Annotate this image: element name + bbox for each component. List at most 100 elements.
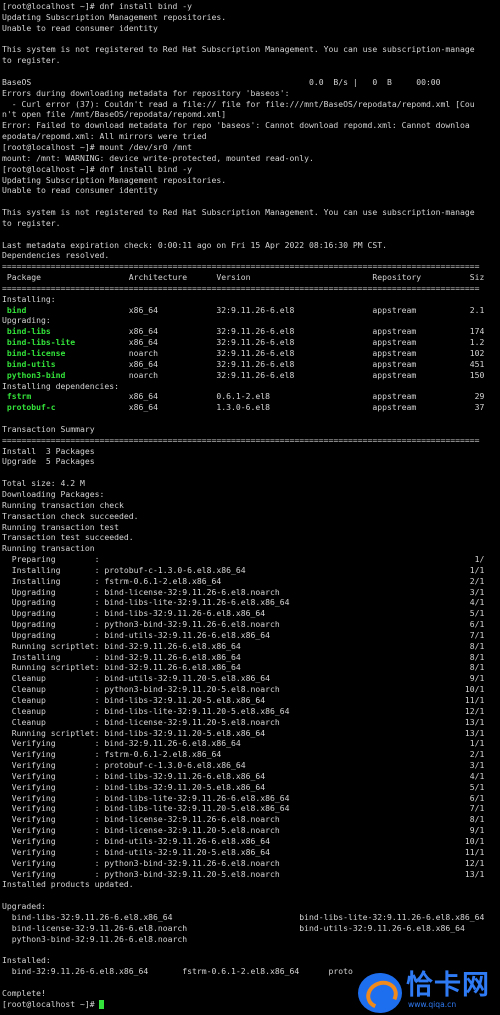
package-details: x86_64 32:9.11.26-6.el8 appstream 2.1 xyxy=(26,304,485,315)
terminal-line: Installed: xyxy=(2,955,51,966)
terminal-line: bind-license-32:9.11.26-6.el8.noarch bin… xyxy=(2,922,465,933)
terminal-line: Upgraded: xyxy=(2,901,46,912)
terminal-line: Running scriptlet: bind-32:9.11.26-6.el8… xyxy=(2,640,485,651)
terminal-line: python3-bind noarch 32:9.11.26-6.el8 app… xyxy=(2,370,500,381)
terminal-line: bind x86_64 32:9.11.26-6.el8 appstream 2… xyxy=(2,305,500,316)
terminal-line: Installing : protobuf-c-1.3.0-6.el8.x86_… xyxy=(2,564,485,575)
package-name: bind-utils xyxy=(2,358,56,369)
terminal-line: Last metadata expiration check: 0:00:11 … xyxy=(2,239,387,250)
package-name: python3-bind xyxy=(2,369,66,380)
terminal-line: Unable to read consumer identity xyxy=(2,22,158,33)
terminal-line: Cleanup : bind-utils-32:9.11.20-5.el8.x8… xyxy=(2,673,485,684)
terminal-line: ========================================… xyxy=(2,282,480,293)
terminal-line: Cleanup : bind-libs-32:9.11.20-5.el8.x86… xyxy=(2,695,485,705)
package-details: noarch 32:9.11.26-6.el8 appstream 102 xyxy=(65,348,485,358)
terminal-line: fstrm x86_64 0.6.1-2.el8 appstream 29 xyxy=(2,391,500,402)
terminal-line: Verifying : bind-utils-32:9.11.20-5.el8.… xyxy=(2,846,485,857)
terminal-line: This system is not registered to Red Hat… xyxy=(2,44,475,55)
terminal-line: [root@localhost ~]# dnf install bind -y xyxy=(2,163,193,174)
terminal-line: Downloading Packages: xyxy=(2,488,105,499)
package-name: bind xyxy=(2,304,27,315)
terminal-line: Installing : bind-32:9.11.26-6.el8.x86_6… xyxy=(2,651,485,662)
terminal-line: Errors during downloading metadata for r… xyxy=(2,87,290,98)
terminal-line: Upgrading : bind-utils-32:9.11.26-6.el8.… xyxy=(2,629,485,640)
terminal-line: Verifying : bind-libs-lite-32:9.11.20-5.… xyxy=(2,803,485,814)
terminal-line: Running scriptlet: bind-32:9.11.26-6.el8… xyxy=(2,662,485,673)
terminal-line: bind-license noarch 32:9.11.26-6.el8 app… xyxy=(2,348,500,359)
terminal-line: Error: Failed to download metadata for r… xyxy=(2,120,470,131)
terminal-line: Verifying : fstrm-0.6.1-2.el8.x86_64 2/1 xyxy=(2,749,485,760)
terminal-line: Transaction Summary xyxy=(2,423,95,434)
package-name: bind-license xyxy=(2,348,66,358)
terminal-line: BaseOS 0.0 B/s | 0 B 00:00 xyxy=(2,76,441,87)
package-details: x86_64 32:9.11.26-6.el8 appstream 174 xyxy=(50,326,485,337)
terminal-line: - Curl error (37): Couldn't read a file:… xyxy=(2,98,475,109)
terminal-line: [root@localhost ~]# dnf install bind -y xyxy=(2,1,193,11)
terminal-line: Transaction test succeeded. xyxy=(2,532,134,543)
terminal-line: Upgrading: xyxy=(2,315,51,326)
terminal-line: Package Architecture Version Repository … xyxy=(2,272,485,283)
terminal-line: Verifying : bind-libs-32:9.11.20-5.el8.x… xyxy=(2,781,485,792)
package-details: x86_64 32:9.11.26-6.el8 appstream 451 xyxy=(55,358,485,369)
terminal-line: Running transaction xyxy=(2,543,95,554)
terminal-line: [root@localhost ~]# mount /dev/sr0 /mnt xyxy=(2,141,193,152)
terminal-line: bind-libs-32:9.11.26-6.el8.x86_64 bind-l… xyxy=(2,911,485,922)
terminal-line: Verifying : bind-libs-32:9.11.26-6.el8.x… xyxy=(2,770,485,781)
terminal-line: Updating Subscription Management reposit… xyxy=(2,174,227,185)
terminal-line: bind-libs-lite x86_64 32:9.11.26-6.el8 a… xyxy=(2,337,500,348)
terminal-line: Upgrading : python3-bind-32:9.11.26-6.el… xyxy=(2,619,485,630)
package-name: fstrm xyxy=(2,391,32,402)
terminal-line: Preparing : 1/ xyxy=(2,554,485,565)
terminal-line: Total size: 4.2 M xyxy=(2,478,85,489)
terminal-line: Upgrade 5 Packages xyxy=(2,456,95,467)
terminal-line: Verifying : bind-license-32:9.11.26-6.el… xyxy=(2,814,485,825)
terminal-line: ========================================… xyxy=(2,261,480,272)
terminal-line: Verifying : bind-libs-lite-32:9.11.26-6.… xyxy=(2,792,485,803)
terminal-line: Transaction check succeeded. xyxy=(2,510,139,521)
watermark-name: 恰卡网 xyxy=(406,970,490,1001)
watermark-url: www.qiqa.cn xyxy=(408,1000,457,1009)
terminal-line: Running scriptlet: bind-libs-32:9.11.20-… xyxy=(2,727,485,738)
terminal-line: Cleanup : bind-libs-lite-32:9.11.20-5.el… xyxy=(2,705,485,716)
terminal-line: protobuf-c x86_64 1.3.0-6.el8 appstream … xyxy=(2,402,500,413)
package-details: x86_64 1.3.0-6.el8 appstream 37 xyxy=(55,402,485,413)
package-name: protobuf-c xyxy=(2,402,56,413)
watermark: 恰卡网 www.qiqa.cn xyxy=(354,969,498,1015)
terminal-line: Verifying : bind-32:9.11.26-6.el8.x86_64… xyxy=(2,738,485,749)
terminal-line: Upgrading : bind-libs-lite-32:9.11.26-6.… xyxy=(2,597,485,608)
terminal-line: Running transaction test xyxy=(2,521,119,532)
terminal-line: bind-utils x86_64 32:9.11.26-6.el8 appst… xyxy=(2,359,500,370)
package-details: x86_64 0.6.1-2.el8 appstream 29 xyxy=(31,391,485,402)
terminal-line: Verifying : bind-utils-32:9.11.26-6.el8.… xyxy=(2,835,485,846)
terminal-line: to register. xyxy=(2,217,61,228)
terminal-line: Running transaction check xyxy=(2,499,124,510)
terminal-line: Verifying : python3-bind-32:9.11.26-6.el… xyxy=(2,857,485,868)
shell-prompt: [root@localhost ~]# xyxy=(2,998,100,1009)
terminal-line: Installing: xyxy=(2,293,56,304)
package-name: bind-libs xyxy=(2,326,51,337)
terminal-line: Dependencies resolved. xyxy=(2,250,110,261)
terminal-line: Installed products updated. xyxy=(2,879,134,890)
terminal-line: Cleanup : python3-bind-32:9.11.20-5.el8.… xyxy=(2,684,485,695)
terminal-line: Verifying : bind-license-32:9.11.20-5.el… xyxy=(2,825,485,836)
terminal-line: Installing dependencies: xyxy=(2,380,119,391)
terminal-line: This system is not registered to Red Hat… xyxy=(2,207,475,218)
package-details: x86_64 32:9.11.26-6.el8 appstream 1.2 xyxy=(75,337,485,348)
package-details: noarch 32:9.11.26-6.el8 appstream 150 xyxy=(65,369,485,380)
terminal-line: Upgrading : bind-libs-32:9.11.26-6.el8.x… xyxy=(2,608,485,619)
terminal-line: Installing : fstrm-0.6.1-2.el8.x86_64 2/… xyxy=(2,575,485,586)
terminal-line: Upgrading : bind-license-32:9.11.26-6.el… xyxy=(2,586,485,597)
terminal-line: Verifying : protobuf-c-1.3.0-6.el8.x86_6… xyxy=(2,760,485,771)
package-name: bind-libs-lite xyxy=(2,337,76,348)
terminal-line: ========================================… xyxy=(2,434,480,445)
terminal-line: python3-bind-32:9.11.26-6.el8.noarch xyxy=(2,933,188,944)
terminal-line: Verifying : python3-bind-32:9.11.20-5.el… xyxy=(2,868,485,879)
terminal-output: [root@localhost ~]# dnf install bind -y U… xyxy=(2,1,500,1009)
